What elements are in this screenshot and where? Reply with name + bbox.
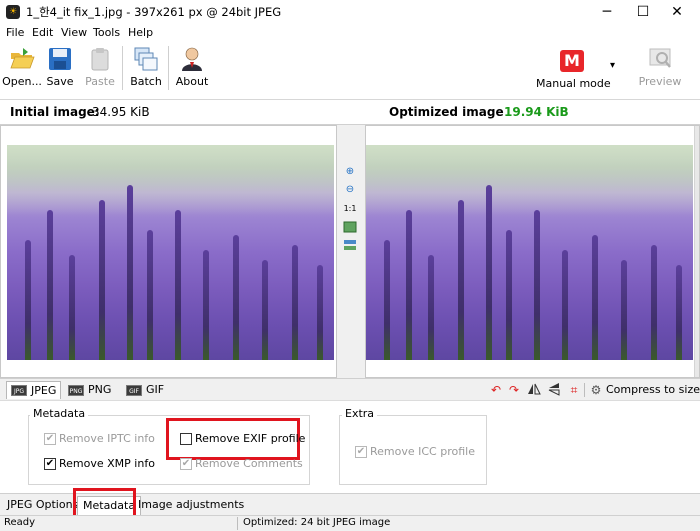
remove-iptc-checkbox[interactable]: ✔ Remove IPTC info	[44, 432, 155, 445]
folder-open-icon	[10, 48, 35, 69]
title-bar: ☀ 1_한4_it fix_1.jpg - 397x261 px @ 24bit…	[0, 0, 700, 24]
preview-button[interactable]: Preview	[638, 44, 682, 92]
toolbar-separator	[584, 383, 585, 397]
initial-image-label: Initial image:	[10, 105, 100, 119]
optimized-image-preview	[366, 145, 693, 360]
flip-horizontal-icon[interactable]	[526, 382, 542, 398]
checkbox-box: ✔	[44, 432, 56, 445]
tab-jpeg-options[interactable]: JPEG Options	[2, 496, 83, 515]
menu-view[interactable]: View	[61, 26, 87, 39]
initial-image-pane[interactable]	[0, 125, 337, 378]
batch-icon	[134, 47, 158, 71]
tab-png[interactable]: PNG PNG	[64, 381, 115, 399]
tab-jpeg-label: JPEG	[31, 383, 57, 397]
clipboard-icon	[91, 48, 109, 71]
remove-exif-checkbox[interactable]: Remove EXIF profile	[180, 432, 305, 445]
fit-to-window-icon[interactable]	[343, 220, 357, 234]
metadata-group-label: Metadata	[30, 407, 89, 420]
paste-button[interactable]: Paste	[78, 44, 122, 92]
person-icon	[182, 47, 202, 71]
checkbox-box: ✔	[355, 445, 367, 458]
vertical-scrollbar[interactable]	[694, 126, 699, 377]
rotate-left-icon[interactable]: ↶	[488, 382, 504, 398]
window-title: 1_한4_it fix_1.jpg - 397x261 px @ 24bit J…	[26, 5, 282, 19]
tab-gif[interactable]: GIF GIF	[122, 381, 168, 399]
tab-jpeg[interactable]: JPG JPEG	[6, 381, 62, 399]
manual-mode-label: Manual mode	[536, 77, 611, 90]
about-label: About	[175, 75, 209, 88]
remove-xmp-checkbox[interactable]: ✔ Remove XMP info	[44, 457, 155, 470]
toolbar: Open... Save Paste Batch About M Manual …	[0, 42, 700, 100]
flip-vertical-icon[interactable]	[546, 382, 562, 398]
gear-icon[interactable]: ⚙	[588, 382, 604, 398]
checkbox-box: ✔	[180, 457, 192, 470]
options-panel: Metadata ✔ Remove IPTC info ✔ Remove XMP…	[0, 400, 700, 493]
remove-exif-label: Remove EXIF profile	[195, 432, 306, 445]
rotate-right-icon[interactable]: ↷	[506, 382, 522, 398]
remove-comments-checkbox[interactable]: ✔ Remove Comments	[180, 457, 303, 470]
batch-button[interactable]: Batch	[124, 44, 168, 92]
floppy-disk-icon	[49, 48, 71, 70]
tab-image-adjustments[interactable]: Image adjustments	[133, 496, 249, 515]
menu-edit[interactable]: Edit	[32, 26, 53, 39]
split-view-icon[interactable]	[343, 238, 357, 252]
zoom-in-icon[interactable]: ⊕	[343, 165, 357, 179]
jpeg-format-icon: JPG	[11, 385, 27, 396]
manual-mode-icon: M	[560, 50, 584, 72]
status-bar: Ready Optimized: 24 bit JPEG image	[0, 515, 700, 531]
tab-gif-label: GIF	[146, 383, 165, 396]
optimized-image-pane[interactable]	[365, 125, 700, 378]
status-optimized-text: Optimized: 24 bit JPEG image	[243, 517, 391, 528]
png-format-icon: PNG	[68, 384, 84, 396]
preview-icon	[649, 48, 671, 68]
initial-image-size: 34.95 KiB	[92, 105, 150, 119]
remove-icc-label: Remove ICC profile	[370, 445, 475, 458]
status-divider	[237, 517, 238, 530]
zoom-out-icon[interactable]: ⊖	[343, 183, 357, 197]
remove-icc-checkbox[interactable]: ✔ Remove ICC profile	[355, 445, 475, 458]
optimized-image-size: 19.94 KiB	[504, 105, 569, 119]
zoom-toolbar: ⊕ ⊖ 1:1	[337, 125, 365, 378]
image-header: Initial image: 34.95 KiB Optimized image…	[0, 100, 700, 125]
settings-tabs: JPEG Options Metadata Image adjustments	[0, 488, 700, 522]
status-text: Ready	[4, 517, 36, 528]
manual-mode-button[interactable]: M Manual mode	[536, 44, 612, 92]
remove-iptc-label: Remove IPTC info	[59, 432, 155, 445]
menu-bar: File Edit View Tools Help	[0, 24, 700, 42]
preview-label: Preview	[638, 75, 682, 88]
crop-icon[interactable]: ⌗	[566, 382, 582, 398]
zoom-actual-size-icon[interactable]: 1:1	[343, 202, 357, 216]
about-button[interactable]: About	[170, 44, 214, 92]
menu-tools[interactable]: Tools	[93, 26, 120, 39]
remove-comments-label: Remove Comments	[195, 457, 303, 470]
checkbox-box: ✔	[44, 457, 56, 470]
tab-png-label: PNG	[88, 383, 112, 396]
checkbox-box	[180, 432, 192, 445]
chevron-down-icon[interactable]: ▾	[610, 60, 615, 71]
remove-xmp-label: Remove XMP info	[59, 457, 155, 470]
menu-file[interactable]: File	[6, 26, 24, 39]
compress-to-size-button[interactable]: Compress to size	[606, 383, 700, 396]
initial-image-preview	[7, 145, 334, 360]
menu-help[interactable]: Help	[128, 26, 153, 39]
close-button[interactable]: ✕	[654, 0, 700, 24]
app-icon: ☀	[6, 5, 20, 19]
format-tabs: JPG JPEG PNG PNG GIF GIF ↶ ↷ ⌗ ⚙ Compres…	[0, 378, 700, 400]
extra-group-label: Extra	[342, 407, 378, 420]
gif-format-icon: GIF	[126, 384, 142, 396]
optimized-image-label: Optimized image	[389, 105, 504, 119]
